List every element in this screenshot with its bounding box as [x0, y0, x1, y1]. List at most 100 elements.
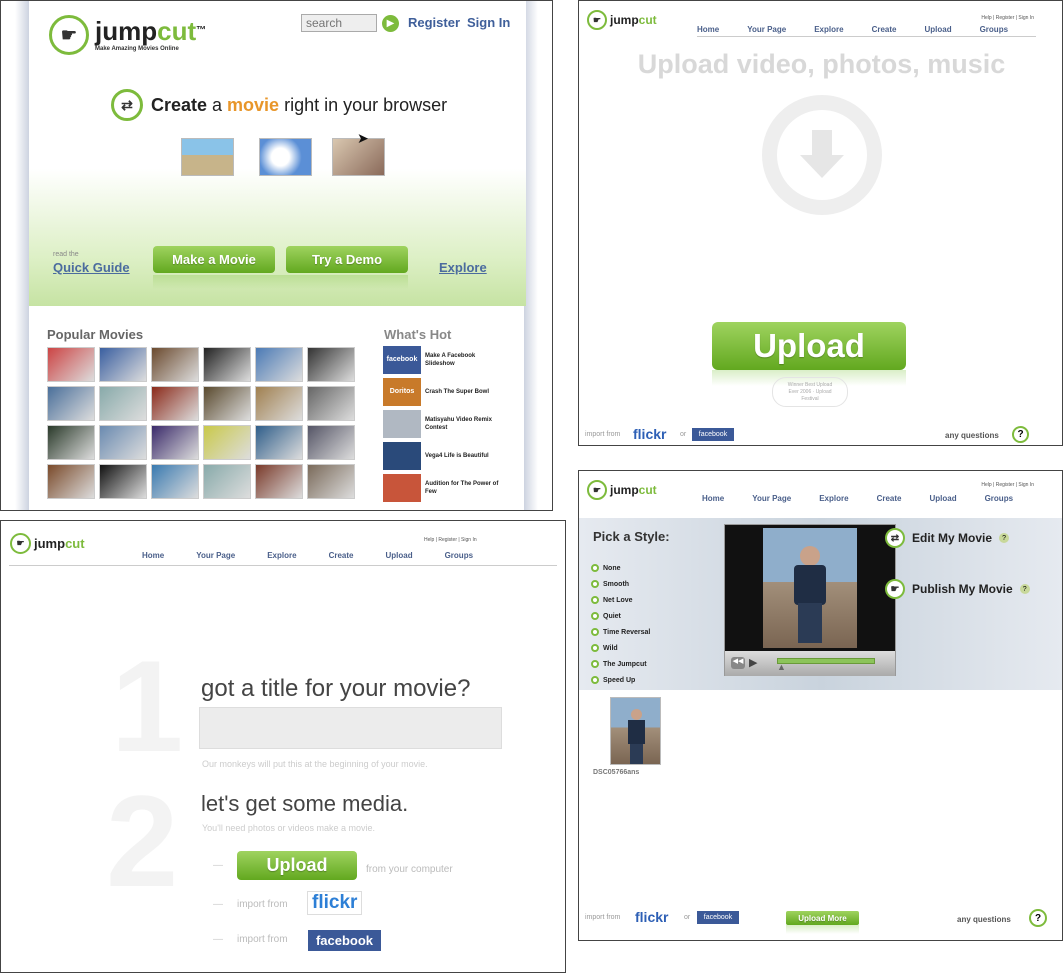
popular-movie-thumb[interactable] — [151, 464, 199, 499]
upload-more-button[interactable]: Upload More — [786, 911, 859, 925]
style-option[interactable]: Speed Up — [591, 672, 650, 688]
style-option[interactable]: Net Love — [591, 592, 650, 608]
hot-item-label[interactable]: Vega4 Life is Beautiful — [425, 452, 489, 460]
style-radio[interactable] — [591, 596, 599, 604]
hot-item[interactable]: Doritos Crash The Super Bowl — [383, 376, 503, 407]
account-links[interactable]: Help | Register | Sign In — [981, 482, 1034, 488]
flickr-import-link[interactable]: flickr — [633, 426, 666, 442]
quick-guide-link[interactable]: Quick Guide — [53, 260, 130, 275]
hot-item[interactable]: facebook Make A Facebook Slideshow — [383, 344, 503, 375]
logo[interactable]: ☛ jumpcut — [10, 533, 85, 554]
logo[interactable]: ☛ jumpcut™ Make Amazing Movies Online — [49, 15, 206, 55]
popular-movie-thumb[interactable] — [99, 425, 147, 460]
account-links[interactable]: Help | Register | Sign In — [424, 537, 477, 543]
nav-item-home[interactable]: Home — [697, 25, 719, 34]
popular-movie-thumb[interactable] — [99, 347, 147, 382]
popular-movie-thumb[interactable] — [47, 425, 95, 460]
help-icon[interactable]: ? — [1029, 909, 1047, 927]
nav-item-home[interactable]: Home — [142, 551, 164, 560]
upload-button[interactable]: Upload — [712, 322, 906, 370]
play-icon[interactable]: ▶ — [749, 656, 757, 669]
help-icon[interactable]: ? — [1012, 426, 1029, 443]
style-option[interactable]: Wild — [591, 640, 650, 656]
style-radio[interactable] — [591, 612, 599, 620]
clip-thumbnail[interactable] — [610, 697, 661, 765]
style-radio[interactable] — [591, 644, 599, 652]
popular-movie-thumb[interactable] — [47, 386, 95, 421]
upload-button[interactable]: Upload — [237, 851, 357, 880]
logo[interactable]: ☛ jumpcut — [587, 10, 657, 30]
popular-movie-thumb[interactable] — [255, 425, 303, 460]
explore-link[interactable]: Explore — [439, 260, 487, 275]
scrubber-handle[interactable]: ▲ — [777, 662, 786, 672]
style-option[interactable]: Time Reversal — [591, 624, 650, 640]
popular-movie-thumb[interactable] — [307, 425, 355, 460]
flickr-import-link[interactable]: flickr — [635, 909, 668, 925]
style-option[interactable]: Smooth — [591, 576, 650, 592]
nav-item-home[interactable]: Home — [702, 494, 724, 503]
style-radio[interactable] — [591, 676, 599, 684]
logo[interactable]: ☛ jumpcut — [587, 480, 657, 500]
style-option[interactable]: Quiet — [591, 608, 650, 624]
popular-movie-thumb[interactable] — [255, 386, 303, 421]
hot-item-label[interactable]: Make A Facebook Slideshow — [425, 352, 503, 368]
popular-movie-thumb[interactable] — [47, 464, 95, 499]
popular-movie-thumb[interactable] — [307, 386, 355, 421]
popular-movie-thumb[interactable] — [99, 386, 147, 421]
edit-help-icon[interactable]: ? — [999, 533, 1010, 543]
nav-item-create[interactable]: Create — [329, 551, 354, 560]
movie-title-input[interactable] — [199, 707, 502, 749]
nav-item-groups[interactable]: Groups — [445, 551, 473, 560]
nav-item-explore[interactable]: Explore — [267, 551, 296, 560]
nav-item-explore[interactable]: Explore — [819, 494, 848, 503]
edit-movie-link[interactable]: ⇄ Edit My Movie ? — [885, 528, 1010, 548]
style-radio[interactable] — [591, 628, 599, 636]
nav-item-upload[interactable]: Upload — [924, 25, 951, 34]
try-demo-button[interactable]: Try a Demo — [286, 246, 408, 273]
popular-movie-thumb[interactable] — [307, 347, 355, 382]
progress-bar[interactable] — [777, 658, 875, 664]
popular-movie-thumb[interactable] — [151, 386, 199, 421]
search-go-icon[interactable]: ▶ — [382, 15, 399, 32]
rewind-icon[interactable]: ◀◀ — [731, 657, 745, 669]
nav-item-groups[interactable]: Groups — [985, 494, 1013, 503]
nav-item-your-page[interactable]: Your Page — [747, 25, 786, 34]
nav-item-your-page[interactable]: Your Page — [196, 551, 235, 560]
hot-item[interactable]: Vega4 Life is Beautiful — [383, 440, 503, 471]
hot-item-label[interactable]: Matisyahu Video Remix Contest — [425, 416, 503, 432]
popular-movie-thumb[interactable] — [203, 425, 251, 460]
nav-item-upload[interactable]: Upload — [929, 494, 956, 503]
popular-movie-thumb[interactable] — [203, 386, 251, 421]
popular-movie-thumb[interactable] — [255, 347, 303, 382]
nav-item-create[interactable]: Create — [872, 25, 897, 34]
register-link[interactable]: Register — [408, 15, 460, 30]
hot-item-label[interactable]: Audition for The Power of Few — [425, 480, 503, 496]
nav-item-create[interactable]: Create — [877, 494, 902, 503]
hot-item[interactable]: Matisyahu Video Remix Contest — [383, 408, 503, 439]
popular-movie-thumb[interactable] — [151, 347, 199, 382]
search-input[interactable] — [301, 14, 377, 32]
hot-item[interactable]: Audition for The Power of Few — [383, 472, 503, 503]
facebook-import-link[interactable]: facebook — [308, 930, 381, 951]
style-radio[interactable] — [591, 660, 599, 668]
make-movie-button[interactable]: Make a Movie — [153, 246, 275, 273]
style-radio[interactable] — [591, 580, 599, 588]
flickr-import-link[interactable]: flickr — [307, 891, 363, 915]
facebook-import-link[interactable]: facebook — [697, 911, 739, 924]
nav-item-your-page[interactable]: Your Page — [752, 494, 791, 503]
publish-help-icon[interactable]: ? — [1019, 584, 1030, 594]
popular-movie-thumb[interactable] — [203, 347, 251, 382]
style-radio[interactable] — [591, 564, 599, 572]
signin-link[interactable]: Sign In — [467, 15, 510, 30]
popular-movie-thumb[interactable] — [203, 464, 251, 499]
facebook-import-link[interactable]: facebook — [692, 428, 734, 441]
popular-movie-thumb[interactable] — [47, 347, 95, 382]
publish-movie-link[interactable]: ☛ Publish My Movie ? — [885, 579, 1030, 599]
popular-movie-thumb[interactable] — [307, 464, 355, 499]
account-links[interactable]: Help | Register | Sign In — [981, 15, 1034, 21]
hot-item-label[interactable]: Crash The Super Bowl — [425, 388, 489, 396]
nav-item-explore[interactable]: Explore — [814, 25, 843, 34]
nav-item-upload[interactable]: Upload — [385, 551, 412, 560]
popular-movie-thumb[interactable] — [255, 464, 303, 499]
nav-item-groups[interactable]: Groups — [980, 25, 1008, 34]
